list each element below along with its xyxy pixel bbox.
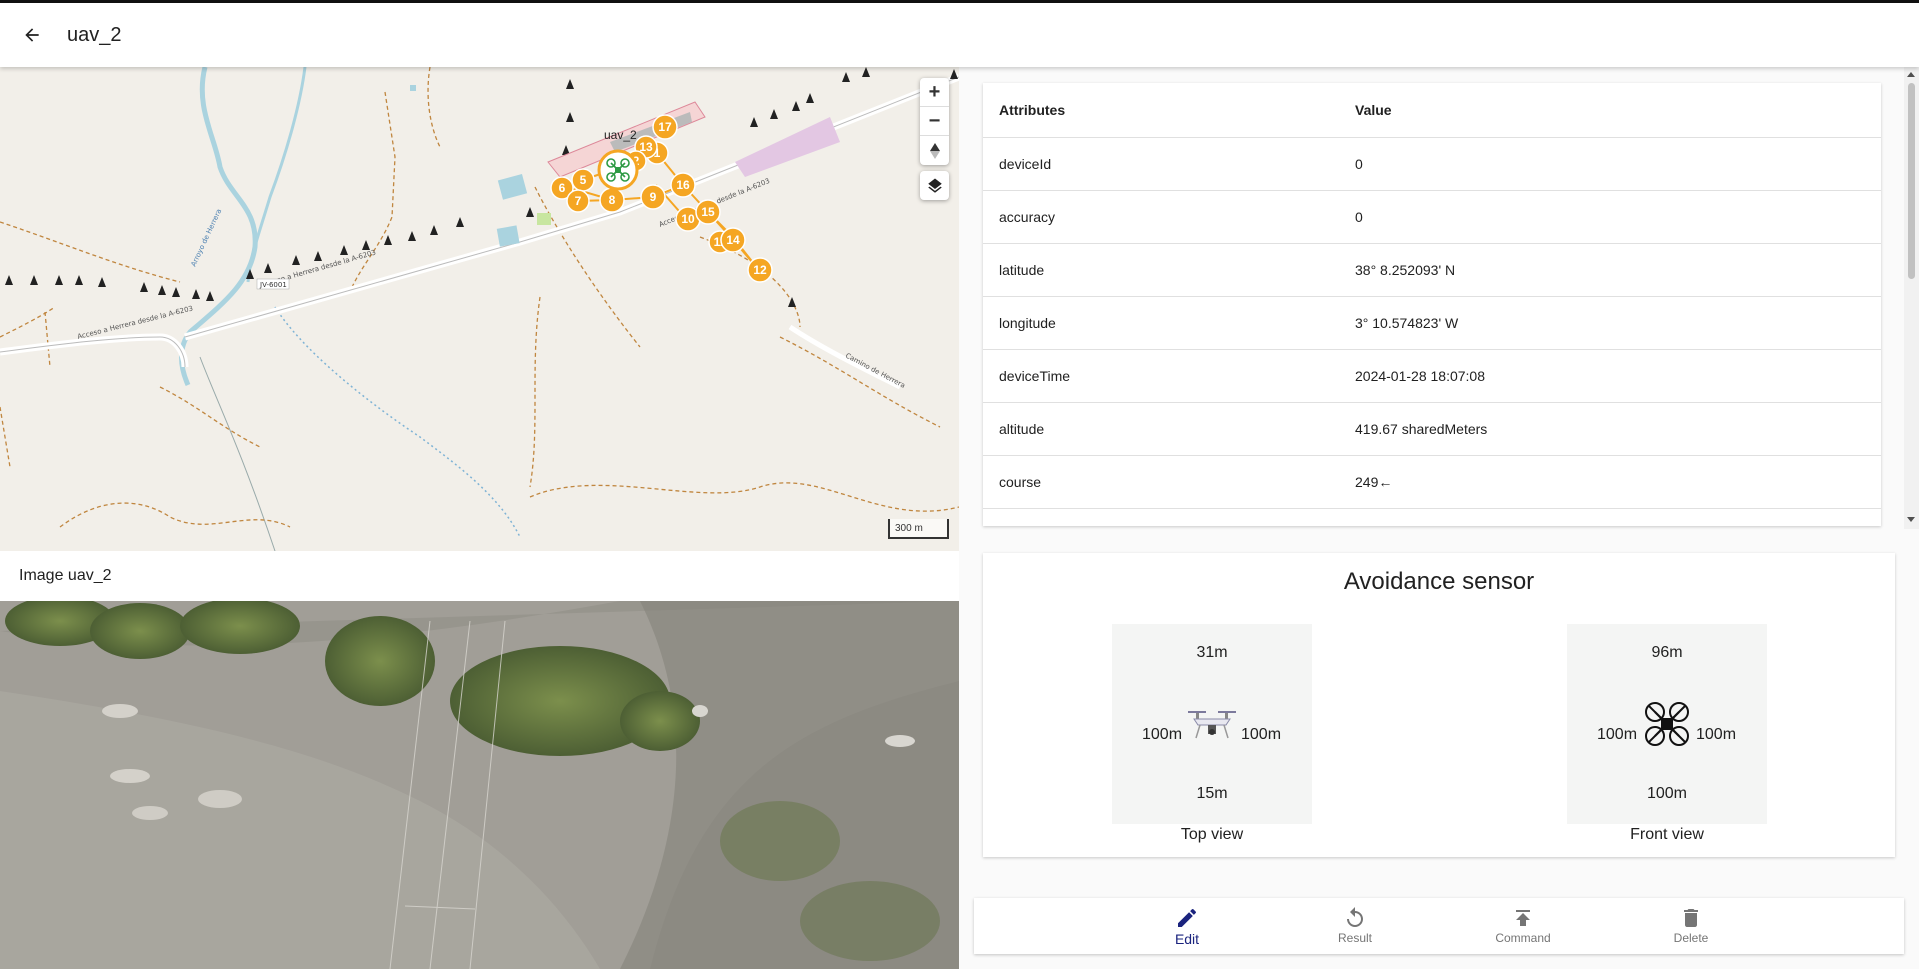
edit-button[interactable]: Edit [1132,906,1242,947]
replay-icon [1347,907,1363,927]
layers-icon [927,178,942,193]
back-button[interactable] [16,19,48,51]
attribute-value: 38° 8.252093' N [1355,262,1456,278]
table-row: deviceTime 2024-01-28 18:07:08 [983,350,1881,403]
attribute-name: latitude [999,262,1045,278]
right-distance: 100m [1241,726,1282,743]
attribute-value: 419.67 sharedMeters [1355,421,1488,437]
waypoint-10: 10 [681,212,695,226]
result-button[interactable]: Result [1300,906,1410,945]
arrow-back-icon [25,28,39,42]
trash-icon [1684,909,1698,927]
publish-icon [1516,910,1530,926]
attribute-value: 3° 10.574823' W [1355,315,1459,331]
bottom-distance: 100m [1646,785,1688,802]
delete-button[interactable]: Delete [1636,906,1746,945]
front-view-caption: Front view [1630,826,1704,843]
waypoint-8: 8 [609,193,616,207]
attribute-value: 0 [1355,156,1363,172]
avoidance-sensor-card: Avoidance sensor 31m 100m 100m 15m Top v… [983,553,1895,857]
waypoint-9: 9 [650,190,657,204]
uav-position-marker [597,149,639,191]
image-card-title: Image uav_2 [0,551,959,601]
top-view-panel: 31m 100m 100m 15m [1112,624,1312,824]
zoom-out-button[interactable]: − [920,107,949,136]
left-distance: 100m [1142,726,1183,743]
attribute-name: accuracy [999,209,1056,225]
attribute-name: longitude [999,315,1056,331]
command-label: Command [1495,931,1551,945]
attribute-value: 2024-01-28 18:07:08 [1355,368,1485,384]
table-row: altitude 419.67 sharedMeters [983,403,1881,456]
table-header: Attributes Value [983,83,1881,138]
layers-button[interactable] [920,171,949,200]
uav-camera-image [0,601,959,969]
table-row: accuracy 0 [983,191,1881,244]
attribute-value: 249← [1355,474,1393,490]
edit-icon [1178,908,1197,927]
zoom-in-button[interactable]: + [920,78,949,107]
drone-side-icon [1188,711,1236,739]
layers-control [920,171,949,200]
attribute-name: deviceTime [999,368,1071,384]
waypoint-6: 6 [559,181,566,195]
column-header-attributes: Attributes [999,102,1066,118]
command-button[interactable]: Command [1468,906,1578,945]
compass-icon [929,142,940,159]
scroll-up-arrow[interactable] [1907,72,1915,77]
quadcopter-top-icon [1645,702,1689,746]
sensor-title: Avoidance sensor [1343,568,1535,595]
left-distance: 100m [1597,726,1638,743]
front-view-panel: 96m 100m 100m 100m [1567,624,1767,824]
waypoint-5: 5 [580,173,587,187]
attributes-table: Attributes Value deviceId 0 accuracy 0 l… [983,83,1881,526]
bottom-distance: 15m [1196,785,1228,802]
app-bar: uav_2 [0,3,1919,67]
bottom-navigation: Edit Result Command Delete [974,898,1904,954]
waypoint-15: 16 [676,178,690,192]
attribute-name: course [999,474,1042,490]
top-distance: 96m [1651,644,1683,661]
map-canvas: Acceso a Herrera desde la A-6203 Acceso … [0,67,959,551]
map-view[interactable]: Acceso a Herrera desde la A-6203 Acceso … [0,67,959,551]
scrollbar-thumb[interactable] [1908,83,1915,279]
waypoint-13: 14 [726,233,740,247]
table-row: course 249← [983,456,1881,509]
top-distance: 31m [1196,644,1228,661]
result-label: Result [1337,931,1372,945]
scroll-down-arrow[interactable] [1907,517,1915,522]
device-map-label: uav_2 [604,128,637,142]
waypoint-12: 12 [753,263,767,277]
compass-button[interactable] [920,136,949,165]
svg-text:JV-6001: JV-6001 [259,281,287,289]
page-title: uav_2 [67,23,122,46]
attribute-value: 0 [1355,209,1363,225]
waypoint-17: 17 [658,120,672,134]
attribute-name: deviceId [999,156,1052,172]
top-view-caption: Top view [1180,826,1244,843]
attribute-name: altitude [999,421,1045,437]
aerial-photo [0,601,959,969]
table-row: latitude 38° 8.252093' N [983,244,1881,297]
table-row: longitude 3° 10.574823' W [983,297,1881,350]
edit-label: Edit [1174,931,1200,947]
delete-label: Delete [1673,931,1709,945]
zoom-controls: + − [920,78,949,165]
column-header-value: Value [1355,102,1392,118]
waypoint-14: 15 [701,205,715,219]
table-row: deviceId 0 [983,138,1881,191]
right-distance: 100m [1696,726,1737,743]
waypoint-7: 7 [575,194,582,208]
map-scale: 300 m [888,519,949,539]
